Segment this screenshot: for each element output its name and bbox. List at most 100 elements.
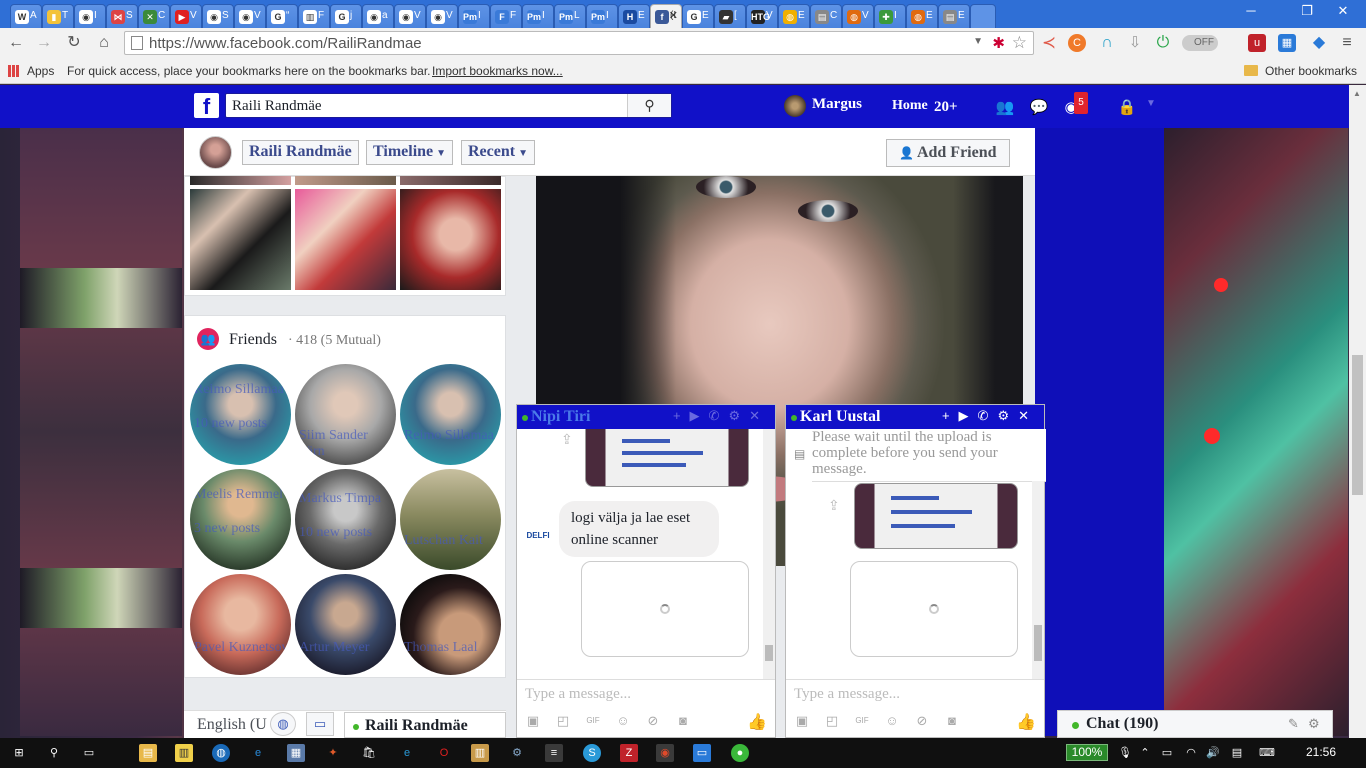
chat-tools[interactable]: +▶✆⚙✕ xyxy=(673,408,769,424)
power-icon[interactable]: ⏻ xyxy=(1154,34,1172,52)
browser-tab[interactable]: ▶ V xyxy=(170,4,202,28)
image-attachment[interactable] xyxy=(585,429,749,487)
chat-message-input[interactable]: Type a message... xyxy=(786,679,1044,707)
edge-icon[interactable]: e xyxy=(249,744,267,762)
toggle-switch[interactable]: OFF xyxy=(1182,35,1218,51)
home-icon[interactable]: ⌂ xyxy=(94,34,114,52)
new-tab-button[interactable] xyxy=(970,4,996,28)
browser-tab[interactable]: WA xyxy=(10,4,42,28)
facebook-logo-icon[interactable]: f xyxy=(194,93,219,119)
globe-icon[interactable]: ◍ xyxy=(270,712,296,736)
camera-icon[interactable]: ◙ xyxy=(944,713,960,729)
friend-tile[interactable]: Siim Sander Pärn xyxy=(295,364,396,465)
browser-tab[interactable]: Pm I xyxy=(458,4,490,28)
dropbox-icon[interactable]: ◆ xyxy=(1310,34,1328,52)
camera-icon[interactable]: ◙ xyxy=(675,713,691,729)
photo-icon[interactable]: ▣ xyxy=(794,713,810,729)
download-icon[interactable]: ⇩ xyxy=(1126,34,1144,52)
task-view-icon[interactable]: ▭ xyxy=(80,744,98,762)
attach-icon[interactable]: ⊘ xyxy=(645,713,661,729)
friend-tile[interactable]: Reimo Sillamaa 10 new posts xyxy=(190,364,291,465)
forward-icon[interactable]: → xyxy=(34,34,54,52)
app-icon[interactable]: ▭ xyxy=(693,744,711,762)
search-icon[interactable]: ⚲ xyxy=(627,94,671,117)
browser-tab[interactable]: FF xyxy=(490,4,522,28)
page-scrollbar[interactable]: ▲ xyxy=(1349,85,1366,738)
friend-requests-icon[interactable]: 👥 xyxy=(994,98,1016,116)
image-attachment[interactable] xyxy=(854,483,1018,549)
browser-tab[interactable]: Gj xyxy=(330,4,362,28)
skype-icon[interactable]: S xyxy=(583,744,601,762)
like-icon[interactable]: 👍 xyxy=(747,712,767,732)
extension-c-icon[interactable]: C xyxy=(1068,34,1086,52)
app-icon[interactable]: ● xyxy=(731,744,749,762)
language-label[interactable]: English (U xyxy=(197,716,267,734)
profile-name-button[interactable]: Raili Randmäe xyxy=(242,140,359,165)
ie-icon[interactable]: e xyxy=(398,744,416,762)
ublock-icon[interactable]: u xyxy=(1248,34,1266,52)
browser-tab[interactable]: ▥ F xyxy=(298,4,330,28)
store-icon[interactable]: 🛍 xyxy=(360,744,378,762)
profile-avatar[interactable] xyxy=(199,136,232,169)
app-icon[interactable]: ⚙ xyxy=(508,744,526,762)
account-menu-icon[interactable]: ▼ xyxy=(1140,98,1162,114)
chrome-icon[interactable]: ◉ xyxy=(656,744,674,762)
close-tab-icon[interactable]: ✕ xyxy=(669,9,678,22)
app-icon[interactable]: ✦ xyxy=(324,744,342,762)
notepad-icon[interactable]: ▥ xyxy=(175,744,193,762)
search-input[interactable]: Raili Randmäe ⚲ xyxy=(225,93,672,118)
friend-tile[interactable]: Lutschan Kait xyxy=(400,469,501,570)
chat-sidebar-tab[interactable]: Chat (190) ✎ ⚙ xyxy=(1057,710,1333,738)
browser-tab[interactable]: ▤ C xyxy=(810,4,842,28)
chat-tools[interactable]: +▶✆⚙✕ xyxy=(942,408,1038,424)
chat-header[interactable]: Nipi Tiri +▶✆⚙✕ xyxy=(517,405,775,429)
photo-thumbnail[interactable] xyxy=(295,189,396,290)
browser-tab[interactable]: HTG V xyxy=(746,4,778,28)
browser-tab[interactable]: ◉ V xyxy=(234,4,266,28)
browser-tab[interactable]: f (! ✕ xyxy=(650,4,682,28)
calendar-icon[interactable]: ▦ xyxy=(1278,34,1296,52)
app-icon[interactable]: ≡ xyxy=(545,744,563,762)
attach-icon[interactable]: ⊘ xyxy=(914,713,930,729)
reload-icon[interactable]: ↻ xyxy=(64,34,84,52)
browser-tab[interactable]: Pm L xyxy=(554,4,586,28)
other-bookmarks-link[interactable]: Other bookmarks xyxy=(1265,64,1357,78)
battery-icon[interactable]: ▭ xyxy=(1158,744,1176,762)
share-icon[interactable]: ≺ xyxy=(1040,34,1058,52)
gif-icon[interactable]: GIF xyxy=(854,713,870,729)
browser-tab[interactable]: ◍ E xyxy=(778,4,810,28)
browser-tab[interactable]: Pm I xyxy=(586,4,618,28)
timeline-dropdown[interactable]: Timeline ▼ xyxy=(366,140,454,165)
file-explorer-icon[interactable]: ▤ xyxy=(139,744,157,762)
chat-scrollbar[interactable] xyxy=(1032,481,1044,679)
photo-thumbnail[interactable] xyxy=(190,176,291,185)
dropdown-icon[interactable]: ▼ xyxy=(973,36,983,47)
mini-chat-tab[interactable]: Raili Randmäe xyxy=(344,712,506,738)
sticker-icon[interactable]: ◰ xyxy=(824,713,840,729)
emoji-icon[interactable]: ☺ xyxy=(615,713,631,729)
friends-title[interactable]: Friends xyxy=(229,331,277,349)
browser-tab[interactable]: ◉ V xyxy=(426,4,458,28)
photo-thumbnail[interactable] xyxy=(295,176,396,185)
photo-icon[interactable]: ▣ xyxy=(525,713,541,729)
gif-icon[interactable]: GIF xyxy=(585,713,601,729)
filezilla-icon[interactable]: Z xyxy=(620,744,638,762)
photo-thumbnail[interactable] xyxy=(190,189,291,290)
browser-tab[interactable]: ▮ T xyxy=(42,4,74,28)
chat-header[interactable]: Karl Uustal +▶✆⚙✕ xyxy=(786,405,1044,429)
browser-tab[interactable]: ✚ I xyxy=(874,4,906,28)
browser-tab[interactable]: HE xyxy=(618,4,650,28)
browser-tab[interactable]: ◍ V xyxy=(842,4,874,28)
address-bar[interactable]: https://www.facebook.com/RailiRandmae ▼ … xyxy=(124,31,1034,55)
chat-message-input[interactable]: Type a message... xyxy=(517,679,775,707)
apps-link[interactable]: Apps xyxy=(27,64,54,78)
new-message-icon[interactable]: ▭ xyxy=(306,712,334,736)
import-bookmarks-link[interactable]: Import bookmarks now... xyxy=(432,64,563,78)
friend-tile[interactable]: Artur Meyer xyxy=(295,574,396,675)
browser-tab[interactable]: GE xyxy=(682,4,714,28)
friend-tile[interactable]: Reimo Sillamaa xyxy=(400,364,501,465)
app-icon[interactable]: ▦ xyxy=(287,744,305,762)
messages-icon[interactable]: 💬 xyxy=(1028,98,1050,116)
tray-expand-icon[interactable]: ⌃ xyxy=(1136,744,1154,762)
friend-tile[interactable]: Pavel Kuznetsov xyxy=(190,574,291,675)
